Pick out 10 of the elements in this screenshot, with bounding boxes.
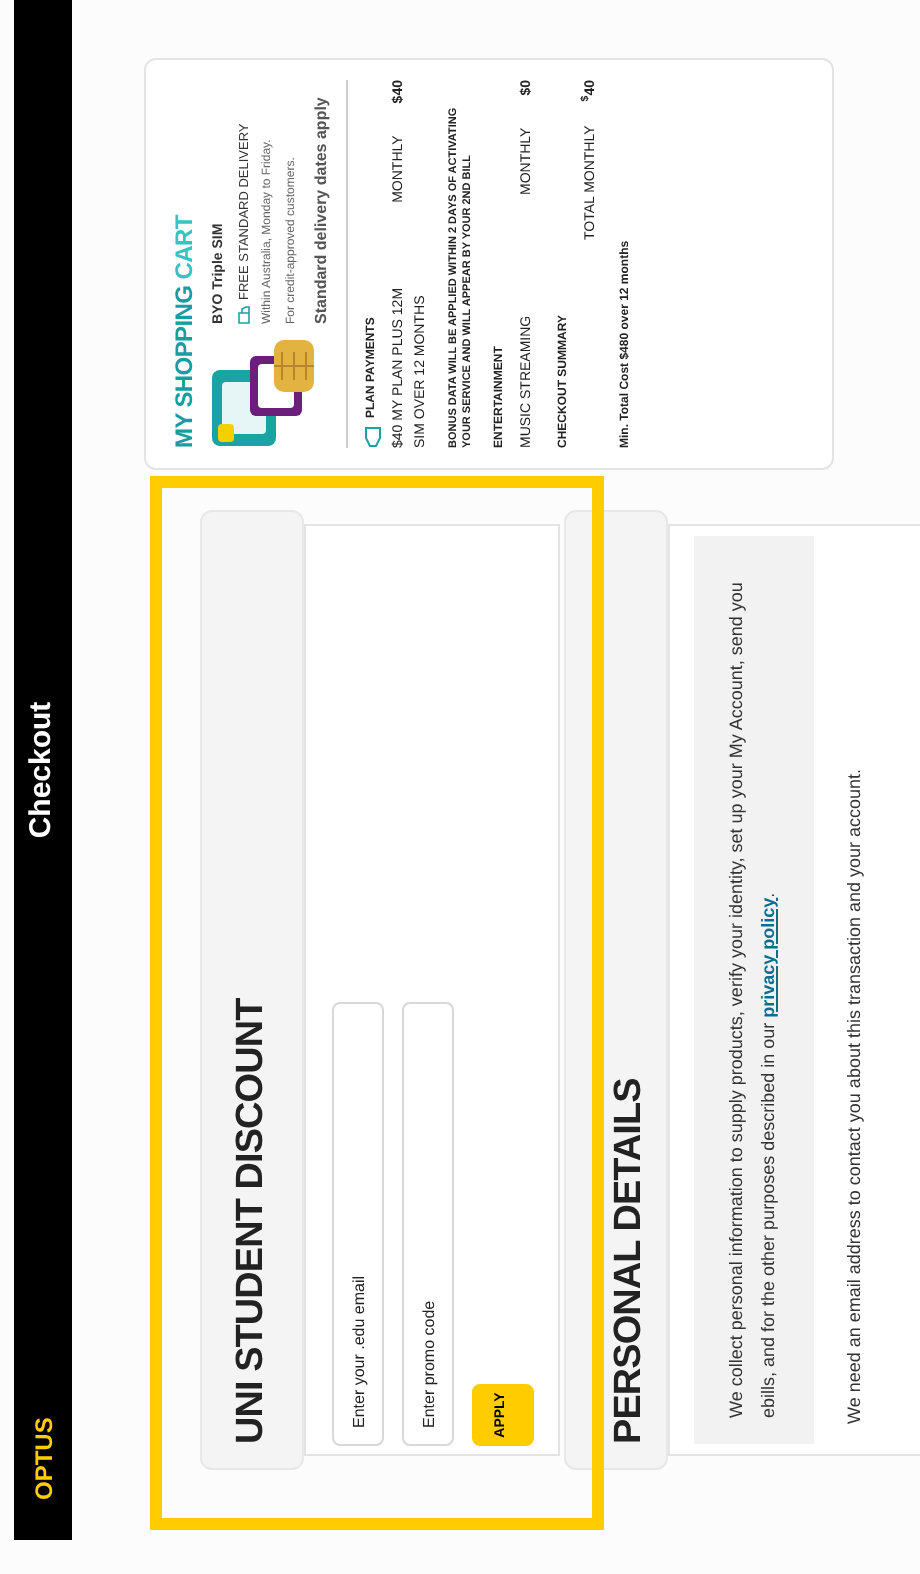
page-title: Checkout xyxy=(22,701,61,839)
input-field[interactable]: Enter promo code xyxy=(402,1002,454,1446)
section-title: PERSONAL DETAILS xyxy=(605,1078,651,1444)
delivery-dates: Standard delivery dates apply xyxy=(310,97,333,324)
privacy-policy-link[interactable]: privacy policy xyxy=(757,897,778,1018)
section-title: UNI STUDENT DISCOUNT xyxy=(227,998,274,1444)
cart-title: MY SHOPPING CART xyxy=(168,212,200,448)
email-note: We need an email address to contact you about this transaction and your account. xyxy=(841,766,866,1428)
input-field[interactable]: Enter your .edu email xyxy=(332,1002,384,1446)
logo[interactable]: OPTUS xyxy=(25,1417,61,1500)
